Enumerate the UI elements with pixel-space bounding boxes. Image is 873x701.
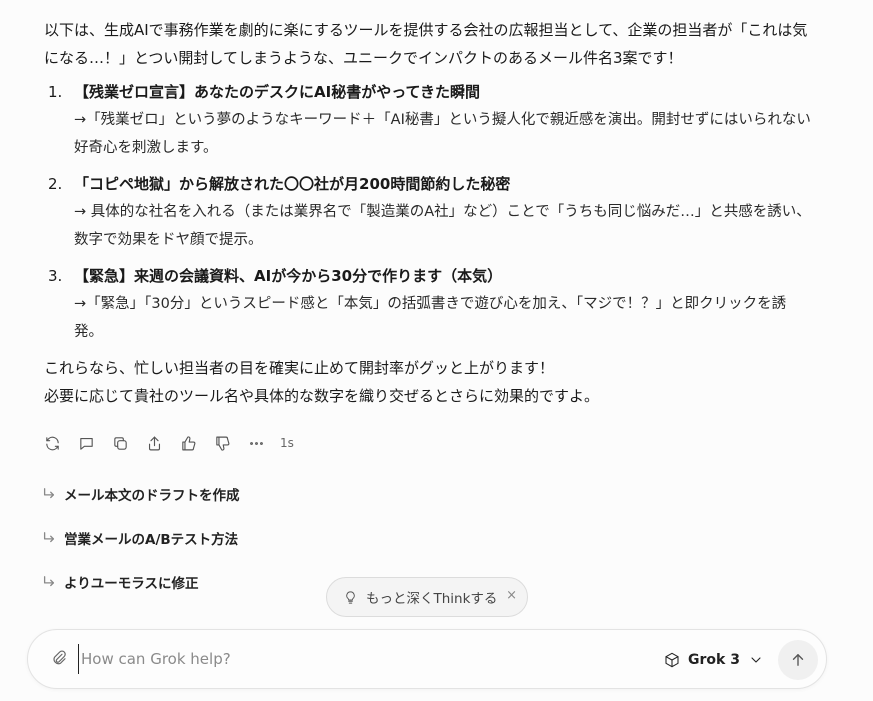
option-description: →「残業ゼロ」という夢のようなキーワード＋「AI秘書」という擬人化で親近感を演出… <box>74 112 811 156</box>
option-title: 【緊急】来週の会議資料、AIが今から30分で作ります（本気） <box>74 267 503 285</box>
chat-page: 以下は、生成AIで事務作業を劇的に楽にするツールを提供する会社の広報担当として、… <box>0 0 873 701</box>
think-deeper-chip[interactable]: もっと深くThinkする × <box>326 577 528 617</box>
more-icon[interactable] <box>244 431 268 455</box>
thumbs-down-icon[interactable] <box>210 431 234 455</box>
suggestion-label: 営業メールのA/Bテスト方法 <box>64 532 239 548</box>
arrow-up-icon <box>792 654 804 666</box>
list-item: 3. 【緊急】来週の会議資料、AIが今から30分で作ります（本気） →「緊急」「… <box>44 262 814 346</box>
subject-options-list: 1. 【残業ゼロ宣言】あなたのデスクにAI秘書がやってきた瞬間 →「残業ゼロ」と… <box>44 78 814 346</box>
list-item: 1. 【残業ゼロ宣言】あなたのデスクにAI秘書がやってきた瞬間 →「残業ゼロ」と… <box>44 78 814 162</box>
thumbs-up-icon[interactable] <box>176 431 200 455</box>
copy-icon[interactable] <box>108 431 132 455</box>
suggestion-label: メール本文のドラフトを作成 <box>64 488 240 504</box>
suggestion-item[interactable]: メール本文のドラフトを作成 <box>40 472 240 516</box>
reply-arrow-icon <box>42 531 64 545</box>
share-icon[interactable] <box>142 431 166 455</box>
response-time: 1s <box>280 436 294 450</box>
option-description: →「緊急」「30分」というスピード感と「本気」の括弧書きで遊び心を加え、「マジで… <box>74 296 787 340</box>
chevron-down-icon <box>751 657 761 663</box>
closing-line-2: 必要に応じて貴社のツール名や具体的な数字を織り交ぜるとさらに効果的ですよ。 <box>44 387 600 405</box>
comment-icon[interactable] <box>74 431 98 455</box>
prompt-input[interactable] <box>78 644 578 674</box>
think-chip-label: もっと深くThinkする <box>366 591 498 607</box>
follow-up-suggestions: メール本文のドラフトを作成 営業メールのA/Bテスト方法 よりユーモラスに修正 <box>40 472 240 604</box>
list-item: 2. 「コピペ地獄」から解放された〇〇社が月200時間節約した秘密 → 具体的な… <box>44 170 814 254</box>
paperclip-icon[interactable] <box>50 649 70 669</box>
close-icon[interactable]: × <box>506 588 517 603</box>
message-closing: これらなら、忙しい担当者の目を確実に止めて開封率がグッと上がります！ 必要に応じ… <box>44 354 814 410</box>
reply-arrow-icon <box>42 487 64 501</box>
list-number: 3. <box>48 267 63 285</box>
closing-line-1: これらなら、忙しい担当者の目を確実に止めて開封率がグッと上がります！ <box>44 359 555 377</box>
message-actions-bar: 1s <box>40 430 294 456</box>
regenerate-icon[interactable] <box>40 431 64 455</box>
send-button[interactable] <box>778 640 818 680</box>
assistant-message: 以下は、生成AIで事務作業を劇的に楽にするツールを提供する会社の広報担当として、… <box>44 16 814 410</box>
cube-icon <box>665 652 679 668</box>
composer: Grok 3 <box>27 629 827 689</box>
model-name: Grok 3 <box>688 652 740 668</box>
reply-arrow-icon <box>42 575 64 589</box>
message-intro: 以下は、生成AIで事務作業を劇的に楽にするツールを提供する会社の広報担当として、… <box>44 21 808 67</box>
model-selector[interactable]: Grok 3 <box>664 648 764 672</box>
list-number: 1. <box>48 83 63 101</box>
lightbulb-icon <box>346 590 355 604</box>
suggestion-label: よりユーモラスに修正 <box>64 576 199 592</box>
suggestion-item[interactable]: よりユーモラスに修正 <box>40 560 240 604</box>
list-number: 2. <box>48 175 63 193</box>
suggestion-item[interactable]: 営業メールのA/Bテスト方法 <box>40 516 240 560</box>
option-description: → 具体的な社名を入れる（または業界名で「製造業のA社」など）ことで「うちも同じ… <box>74 204 811 248</box>
option-title: 【残業ゼロ宣言】あなたのデスクにAI秘書がやってきた瞬間 <box>74 83 480 101</box>
option-title: 「コピペ地獄」から解放された〇〇社が月200時間節約した秘密 <box>74 175 511 193</box>
